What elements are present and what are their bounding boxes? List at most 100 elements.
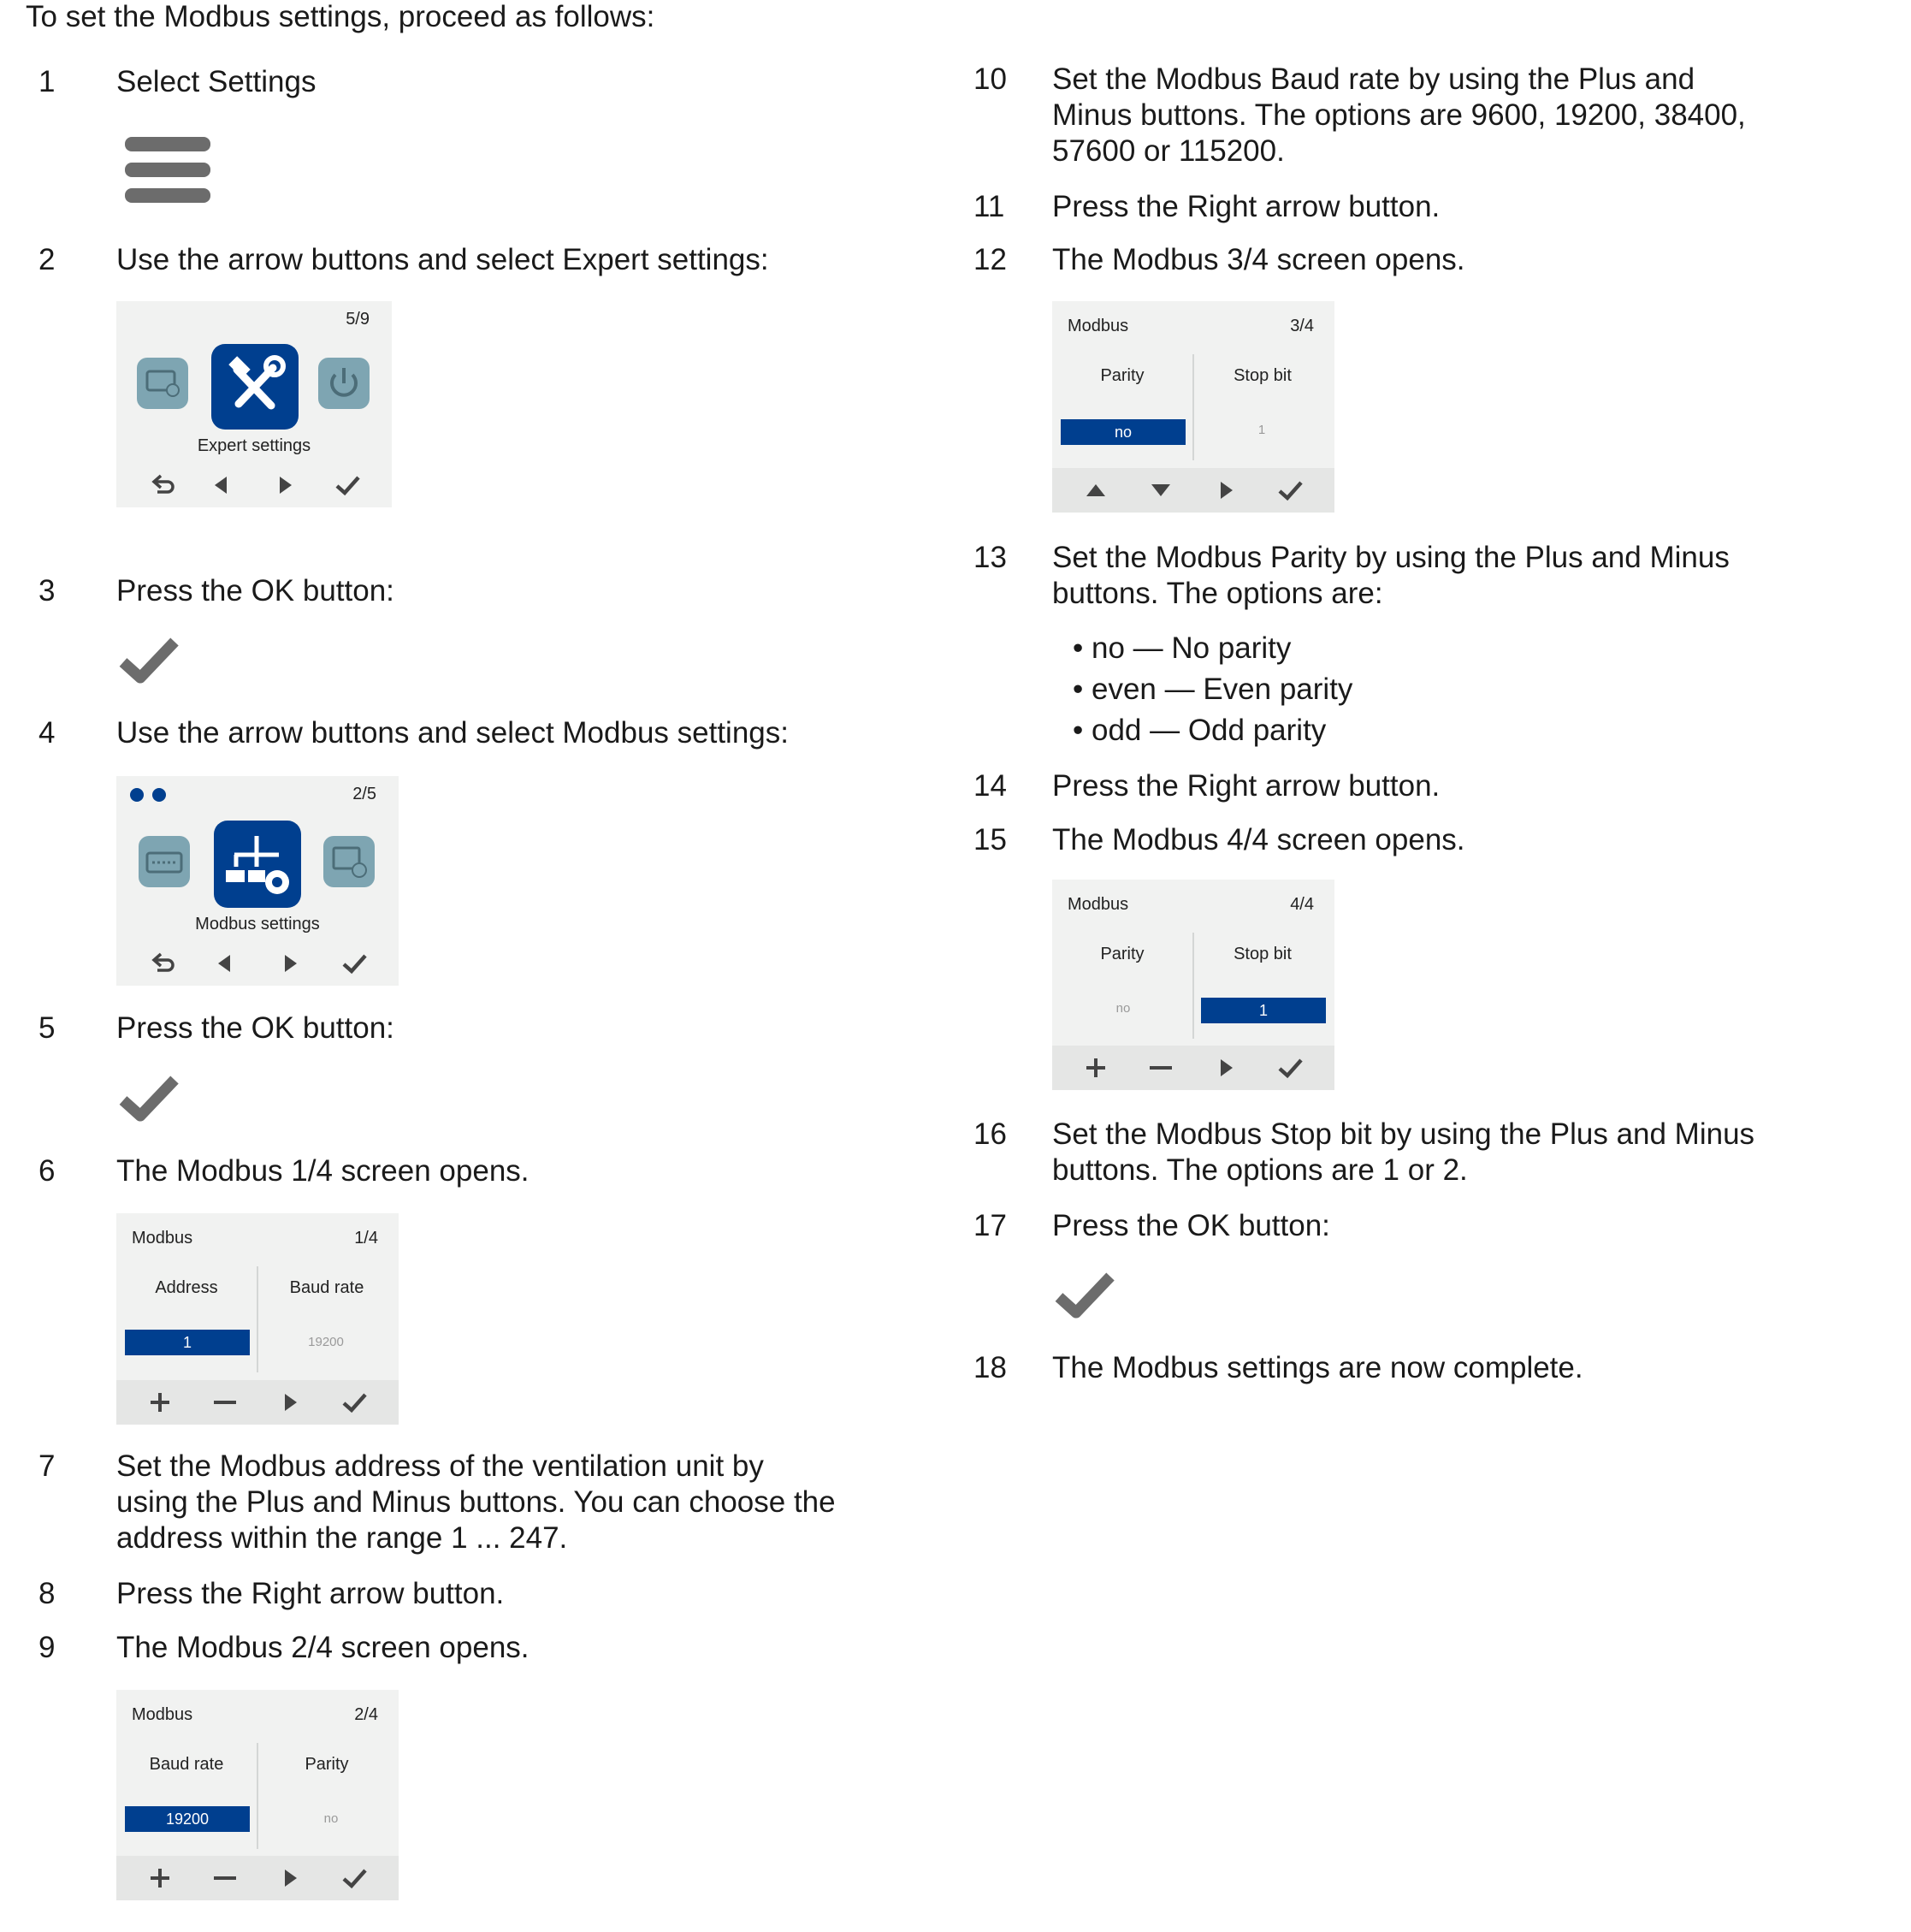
step-text: address within the range 1 ... 247. — [116, 1521, 568, 1555]
step-text: The Modbus 2/4 screen opens. — [116, 1631, 530, 1664]
display-settings-icon — [137, 358, 188, 409]
address-value[interactable]: 1 — [125, 1330, 250, 1355]
step-text: Press the Right arrow button. — [1052, 769, 1441, 803]
step-number: 13 — [973, 541, 1007, 574]
screen-caption: Modbus settings — [195, 915, 320, 933]
keyboard-icon — [139, 836, 190, 887]
step-text: Set the Modbus address of the ventilatio… — [116, 1449, 764, 1483]
step-number: 4 — [38, 716, 56, 750]
minus-icon[interactable] — [204, 1380, 246, 1425]
step-number: 8 — [38, 1577, 56, 1610]
expert-settings-screen: 5/9 Expert settings — [116, 301, 392, 507]
check-icon — [1055, 1272, 1115, 1319]
step-text: Press the OK button: — [116, 574, 394, 607]
network-icon — [323, 836, 375, 887]
step-number: 16 — [973, 1117, 1007, 1151]
modbus-4-4-screen: Modbus 4/4 Parity Stop bit no 1 — [1052, 880, 1334, 1090]
intro-text: To set the Modbus settings, proceed as f… — [26, 0, 655, 33]
page-dot — [152, 788, 166, 802]
baud-rate-value[interactable]: 19200 — [125, 1806, 250, 1832]
stop-bit-label: Stop bit — [1234, 945, 1292, 963]
parity-label: Parity — [305, 1755, 349, 1774]
page-indicator: 2/4 — [354, 1705, 378, 1724]
check-icon — [119, 1076, 179, 1122]
step-number: 10 — [973, 62, 1007, 96]
step-text: The Modbus settings are now complete. — [1052, 1351, 1583, 1384]
arrow-right-icon[interactable] — [269, 1380, 311, 1425]
step-text: 57600 or 115200. — [1052, 134, 1285, 168]
check-icon[interactable] — [1269, 1046, 1312, 1090]
step-text: The Modbus 1/4 screen opens. — [116, 1154, 530, 1188]
modbus-1-4-screen: Modbus 1/4 Address Baud rate 1 19200 — [116, 1213, 399, 1425]
step-number: 9 — [38, 1631, 56, 1664]
parity-value: no — [1115, 1001, 1131, 1016]
arrow-right-icon[interactable] — [269, 941, 311, 986]
plus-icon[interactable] — [139, 1856, 181, 1900]
bullet-item: • even — Even parity — [1073, 673, 1353, 706]
menu-icon — [125, 137, 210, 205]
baud-rate-value: 19200 — [308, 1335, 344, 1349]
step-number: 18 — [973, 1351, 1007, 1384]
minus-icon[interactable] — [1139, 1046, 1182, 1090]
step-number: 15 — [973, 823, 1007, 856]
check-icon[interactable] — [334, 1856, 376, 1900]
step-text: Use the arrow buttons and select Expert … — [116, 243, 769, 276]
minus-icon[interactable] — [204, 1856, 246, 1900]
parity-label: Parity — [1100, 366, 1145, 385]
step-text: Set the Modbus Parity by using the Plus … — [1052, 541, 1730, 574]
modbus-2-4-screen: Modbus 2/4 Baud rate Parity 19200 no — [116, 1690, 399, 1900]
network-settings-icon[interactable] — [214, 821, 301, 908]
step-text: buttons. The options are 1 or 2. — [1052, 1153, 1468, 1187]
arrow-right-icon[interactable] — [263, 463, 306, 507]
modbus-settings-screen: 2/5 Modbus settings — [116, 776, 399, 986]
step-text: buttons. The options are: — [1052, 577, 1383, 610]
step-text: Use the arrow buttons and select Modbus … — [116, 716, 789, 750]
address-label: Address — [155, 1278, 218, 1297]
bullet-item: • no — No parity — [1073, 631, 1292, 665]
step-number: 17 — [973, 1209, 1007, 1242]
step-text: The Modbus 3/4 screen opens. — [1052, 243, 1465, 276]
step-text: Press the Right arrow button. — [116, 1577, 505, 1610]
check-icon[interactable] — [334, 1380, 376, 1425]
check-icon[interactable] — [1269, 468, 1312, 513]
stop-bit-label: Stop bit — [1234, 366, 1292, 385]
arrow-left-icon[interactable] — [204, 941, 246, 986]
step-text: Select Settings — [116, 65, 317, 98]
screen-title: Modbus — [1068, 895, 1129, 914]
parity-label: Parity — [1100, 945, 1145, 963]
back-icon[interactable] — [140, 463, 183, 507]
arrow-left-icon[interactable] — [200, 463, 243, 507]
stop-bit-value[interactable]: 1 — [1201, 998, 1326, 1023]
arrow-right-icon[interactable] — [269, 1856, 311, 1900]
page-indicator: 4/4 — [1290, 895, 1314, 914]
step-number: 3 — [38, 574, 56, 607]
step-text: Press the OK button: — [116, 1011, 394, 1045]
step-number: 2 — [38, 243, 56, 276]
arrow-up-icon[interactable] — [1074, 468, 1117, 513]
step-text: Set the Modbus Baud rate by using the Pl… — [1052, 62, 1695, 96]
parity-value[interactable]: no — [1061, 419, 1186, 445]
step-number: 6 — [38, 1154, 56, 1188]
arrow-right-icon[interactable] — [1204, 1046, 1247, 1090]
screen-caption: Expert settings — [197, 436, 311, 455]
step-text: Minus buttons. The options are 9600, 192… — [1052, 98, 1746, 132]
screen-title: Modbus — [1068, 317, 1129, 335]
baud-rate-label: Baud rate — [289, 1278, 364, 1297]
plus-icon[interactable] — [139, 1380, 181, 1425]
plus-icon[interactable] — [1074, 1046, 1117, 1090]
arrow-right-icon[interactable] — [1204, 468, 1247, 513]
step-number: 1 — [38, 65, 56, 98]
arrow-down-icon[interactable] — [1139, 468, 1182, 513]
step-number: 12 — [973, 243, 1007, 276]
tools-icon[interactable] — [211, 344, 299, 430]
step-text: using the Plus and Minus buttons. You ca… — [116, 1485, 836, 1519]
screen-title: Modbus — [132, 1229, 193, 1248]
back-icon[interactable] — [140, 941, 183, 986]
stop-bit-value: 1 — [1257, 423, 1266, 437]
check-icon[interactable] — [334, 941, 376, 986]
check-icon[interactable] — [327, 463, 370, 507]
step-text: Press the OK button: — [1052, 1209, 1330, 1242]
step-number: 7 — [38, 1449, 56, 1483]
page-indicator: 1/4 — [354, 1229, 378, 1248]
modbus-3-4-screen: Modbus 3/4 Parity Stop bit no 1 — [1052, 301, 1334, 513]
